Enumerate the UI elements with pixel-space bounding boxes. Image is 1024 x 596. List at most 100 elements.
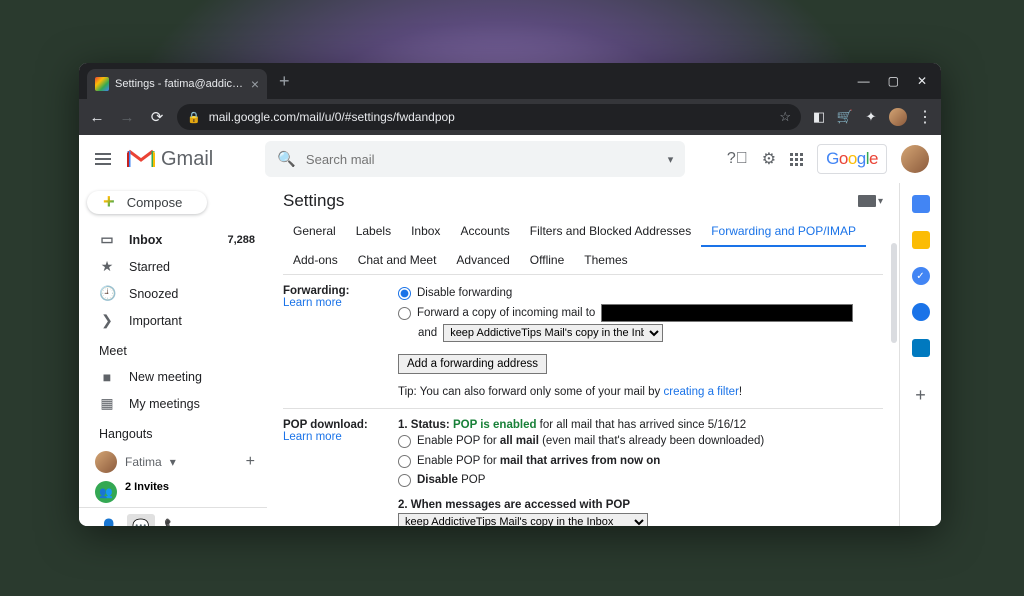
trello-addon-icon[interactable] xyxy=(912,339,930,357)
tab-inbox[interactable]: Inbox xyxy=(401,217,450,246)
gmail-brand-text: Gmail xyxy=(161,148,213,171)
compose-button[interactable]: + Compose xyxy=(87,191,207,214)
search-box[interactable]: 🔍 ▾ xyxy=(265,141,685,177)
gmail-favicon xyxy=(95,77,109,91)
keep-addon-icon[interactable] xyxy=(912,231,930,249)
keyboard-icon xyxy=(858,195,876,207)
settings-tabs: General Labels Inbox Accounts Filters an… xyxy=(283,217,883,275)
extensions-puzzle-icon[interactable]: ✦ xyxy=(863,109,879,125)
sidebar-item-inbox[interactable]: ▭ Inbox 7,288 xyxy=(79,226,267,253)
bookmark-star-icon[interactable]: ☆ xyxy=(779,109,791,125)
tab-advanced[interactable]: Advanced xyxy=(446,246,519,274)
gmail-logo[interactable]: Gmail xyxy=(127,148,213,171)
tab-title: Settings - fatima@addictivetips.c xyxy=(115,78,245,90)
pop-section: POP download: Learn more 1. Status: POP … xyxy=(283,408,883,526)
sidebar-item-important[interactable]: ❯ Important xyxy=(79,307,267,334)
tab-labels[interactable]: Labels xyxy=(346,217,401,246)
new-tab-button[interactable]: + xyxy=(279,71,290,92)
tab-offline[interactable]: Offline xyxy=(520,246,574,274)
important-icon: ❯ xyxy=(99,312,115,329)
sidebar-item-snoozed[interactable]: 🕘 Snoozed xyxy=(79,280,267,307)
forwarding-learn-more-link[interactable]: Learn more xyxy=(283,297,342,309)
tab-accounts[interactable]: Accounts xyxy=(450,217,519,246)
tasks-addon-icon[interactable] xyxy=(912,267,930,285)
forward-address-select[interactable] xyxy=(601,304,853,322)
pop-action-select[interactable]: keep AddictiveTips Mail's copy in the In… xyxy=(398,513,648,526)
address-bar[interactable]: 🔒 mail.google.com/mail/u/0/#settings/fwd… xyxy=(177,104,801,130)
forward-copy-radio[interactable] xyxy=(398,307,411,320)
user-avatar-icon xyxy=(95,451,117,473)
input-tools-button[interactable]: ▾ xyxy=(858,195,883,207)
url-text: mail.google.com/mail/u/0/#settings/fwdan… xyxy=(209,110,772,124)
support-icon[interactable]: ?⃝ xyxy=(727,150,748,168)
sidebar-item-my-meetings[interactable]: ▦ My meetings xyxy=(79,390,267,417)
extension-icon[interactable]: ◧ xyxy=(811,109,827,125)
contacts-addon-icon[interactable] xyxy=(912,303,930,321)
tab-chat-meet[interactable]: Chat and Meet xyxy=(348,246,447,274)
tab-themes[interactable]: Themes xyxy=(574,246,637,274)
hangouts-contacts-icon[interactable]: 👤 xyxy=(95,514,123,526)
calendar-icon: ▦ xyxy=(99,395,115,412)
close-tab-icon[interactable]: × xyxy=(251,76,259,92)
back-button[interactable]: ← xyxy=(87,109,107,126)
tab-forwarding-pop-imap[interactable]: Forwarding and POP/IMAP xyxy=(701,217,866,247)
search-icon: 🔍 xyxy=(277,150,296,168)
google-logo[interactable]: Google xyxy=(817,144,887,174)
pop-disable-radio[interactable] xyxy=(398,474,411,487)
side-panel: + xyxy=(899,183,941,526)
search-options-icon[interactable]: ▾ xyxy=(668,153,674,166)
star-icon: ★ xyxy=(99,258,115,275)
tab-general[interactable]: General xyxy=(283,217,346,246)
add-forwarding-address-button[interactable]: Add a forwarding address xyxy=(398,354,547,374)
hangouts-user[interactable]: Fatima ▾ + xyxy=(79,447,267,477)
forward-action-select[interactable]: keep AddictiveTips Mail's copy in the In… xyxy=(443,324,663,342)
browser-menu-icon[interactable]: ⋮ xyxy=(917,107,933,127)
invite-icon: 👥 xyxy=(95,481,117,503)
settings-panel: Settings ▾ General Labels Inbox Accounts… xyxy=(267,183,899,526)
search-input[interactable] xyxy=(306,152,658,167)
inbox-count: 7,288 xyxy=(227,234,255,246)
tab-filters[interactable]: Filters and Blocked Addresses xyxy=(520,217,701,246)
sidebar-item-new-meeting[interactable]: ■ New meeting xyxy=(79,364,267,390)
pop-label: POP download: xyxy=(283,419,368,431)
close-window-icon[interactable]: ✕ xyxy=(917,74,927,88)
forwarding-tip: Tip: You can also forward only some of y… xyxy=(398,386,883,398)
calendar-addon-icon[interactable] xyxy=(912,195,930,213)
sidebar: + Compose ▭ Inbox 7,288 ★ Starred 🕘 Snoo… xyxy=(79,183,267,526)
new-conversation-icon[interactable]: + xyxy=(246,453,255,471)
minimize-icon[interactable]: — xyxy=(858,74,870,88)
hangouts-chat-icon[interactable]: 💬 xyxy=(127,514,155,526)
settings-gear-icon[interactable]: ⚙ xyxy=(762,149,776,169)
settings-heading: Settings xyxy=(283,191,344,211)
hangouts-section-label: Hangouts xyxy=(79,417,267,447)
create-filter-link[interactable]: creating a filter xyxy=(663,386,738,398)
gmail-header: Gmail 🔍 ▾ ?⃝ ⚙ Google xyxy=(79,135,941,183)
tab-addons[interactable]: Add-ons xyxy=(283,246,348,274)
hangouts-invites[interactable]: 👥 2 Invites xyxy=(79,477,267,507)
titlebar: Settings - fatima@addictivetips.c × + — … xyxy=(79,63,941,99)
google-apps-icon[interactable] xyxy=(790,153,803,166)
account-avatar[interactable] xyxy=(901,145,929,173)
browser-tab[interactable]: Settings - fatima@addictivetips.c × xyxy=(87,69,267,99)
profile-avatar-icon[interactable] xyxy=(889,108,907,126)
maximize-icon[interactable]: ▢ xyxy=(888,74,899,88)
reload-button[interactable]: ⟳ xyxy=(147,108,167,126)
forwarding-label: Forwarding: xyxy=(283,285,349,297)
hangouts-phone-icon[interactable]: 📞 xyxy=(159,514,187,526)
pop-learn-more-link[interactable]: Learn more xyxy=(283,431,342,443)
browser-window: Settings - fatima@addictivetips.c × + — … xyxy=(79,63,941,526)
main-menu-icon[interactable] xyxy=(91,147,115,171)
pop-enable-now-radio[interactable] xyxy=(398,455,411,468)
scrollbar[interactable] xyxy=(891,243,899,483)
sidebar-item-starred[interactable]: ★ Starred xyxy=(79,253,267,280)
pop-q2-label: 2. When messages are accessed with POP xyxy=(398,499,630,511)
compose-label: Compose xyxy=(127,195,183,210)
pop-status-value: POP is enabled xyxy=(453,419,537,431)
get-addons-icon[interactable]: + xyxy=(915,385,926,406)
extension-icon[interactable]: 🛒 xyxy=(837,109,853,125)
meet-section-label: Meet xyxy=(79,334,267,364)
pop-enable-all-radio[interactable] xyxy=(398,435,411,448)
forward-button[interactable]: → xyxy=(117,109,137,126)
disable-forwarding-radio[interactable] xyxy=(398,287,411,300)
forwarding-section: Forwarding: Learn more Disable forwardin… xyxy=(283,275,883,408)
